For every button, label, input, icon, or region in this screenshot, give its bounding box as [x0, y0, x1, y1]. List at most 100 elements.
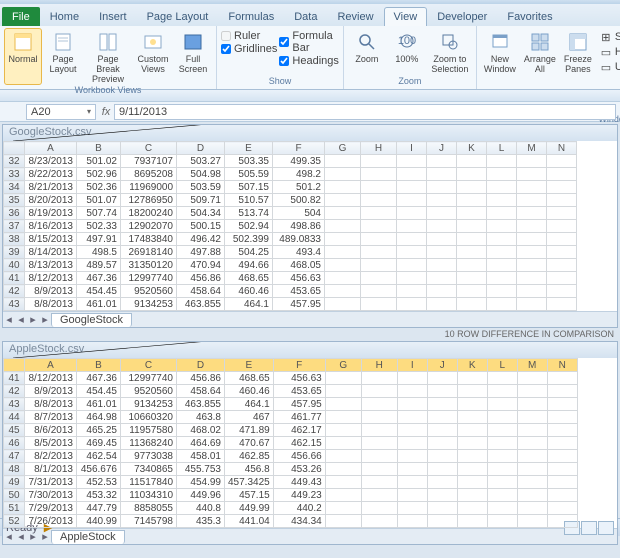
cell[interactable] — [457, 398, 487, 411]
cell[interactable] — [487, 246, 517, 259]
new-window-button[interactable]: New Window — [481, 28, 519, 114]
cell[interactable]: 457.95 — [273, 398, 325, 411]
name-box[interactable]: A20▾ — [26, 104, 96, 120]
cell[interactable]: 470.94 — [177, 259, 225, 272]
cell[interactable] — [547, 411, 577, 424]
cell[interactable] — [487, 515, 517, 528]
cell[interactable] — [487, 259, 517, 272]
cell[interactable] — [457, 155, 487, 168]
cell[interactable]: 460.46 — [225, 385, 274, 398]
cell[interactable] — [517, 155, 547, 168]
cell[interactable] — [427, 246, 457, 259]
cell[interactable] — [547, 385, 577, 398]
cell[interactable]: 504 — [273, 207, 325, 220]
cell[interactable]: 11969000 — [121, 181, 177, 194]
cell[interactable] — [457, 259, 487, 272]
cell[interactable]: 8/7/2013 — [25, 411, 77, 424]
row-header[interactable]: 43 — [4, 298, 25, 311]
cell[interactable]: 489.0833 — [273, 233, 325, 246]
cell[interactable]: 457.3425 — [225, 476, 274, 489]
cell[interactable]: 456.86 — [177, 272, 225, 285]
cell[interactable]: 9520560 — [121, 385, 177, 398]
cell[interactable]: 18200240 — [121, 207, 177, 220]
cell[interactable]: 8858055 — [121, 502, 177, 515]
col-header[interactable]: D — [177, 359, 225, 372]
cell[interactable] — [517, 463, 547, 476]
cell[interactable] — [361, 220, 397, 233]
cell[interactable]: 456.676 — [77, 463, 121, 476]
cell[interactable] — [547, 259, 577, 272]
row-header[interactable]: 34 — [4, 181, 25, 194]
row-header[interactable]: 47 — [4, 450, 25, 463]
row-header[interactable]: 49 — [4, 476, 25, 489]
cell[interactable]: 9134253 — [121, 298, 177, 311]
cell[interactable]: 507.74 — [77, 207, 121, 220]
cell[interactable]: 435.3 — [177, 515, 225, 528]
cell[interactable] — [517, 437, 547, 450]
cell[interactable] — [427, 450, 457, 463]
cell[interactable]: 503.35 — [225, 155, 273, 168]
cell[interactable]: 17483840 — [121, 233, 177, 246]
cell[interactable]: 467.36 — [77, 372, 121, 385]
cell[interactable] — [427, 194, 457, 207]
cell[interactable]: 453.26 — [273, 463, 325, 476]
row-header[interactable]: 42 — [4, 285, 25, 298]
cell[interactable] — [427, 437, 457, 450]
cell[interactable]: 456.86 — [177, 372, 225, 385]
row-header[interactable]: 42 — [4, 385, 25, 398]
cell[interactable]: 8/5/2013 — [25, 437, 77, 450]
cell[interactable]: 501.07 — [77, 194, 121, 207]
cell[interactable]: 453.32 — [77, 489, 121, 502]
cell[interactable] — [361, 259, 397, 272]
col-header[interactable]: I — [397, 142, 427, 155]
cell[interactable] — [457, 463, 487, 476]
row-header[interactable]: 50 — [4, 489, 25, 502]
cell[interactable]: 458.64 — [177, 285, 225, 298]
row-header[interactable]: 35 — [4, 194, 25, 207]
cell[interactable] — [547, 502, 577, 515]
cell[interactable]: 494.66 — [225, 259, 273, 272]
cell[interactable] — [397, 385, 427, 398]
cell[interactable] — [325, 437, 361, 450]
row-header[interactable]: 38 — [4, 233, 25, 246]
cell[interactable]: 8/14/2013 — [25, 246, 77, 259]
cell[interactable]: 453.65 — [273, 385, 325, 398]
cell[interactable]: 504.25 — [225, 246, 273, 259]
cell[interactable]: 456.66 — [273, 450, 325, 463]
cell[interactable]: 498.86 — [273, 220, 325, 233]
cell[interactable] — [325, 502, 361, 515]
zoom-button[interactable]: Zoom — [348, 28, 386, 76]
cell[interactable] — [547, 168, 577, 181]
cell[interactable] — [517, 272, 547, 285]
cell[interactable]: 8/20/2013 — [25, 194, 77, 207]
cell[interactable]: 7/26/2013 — [25, 515, 77, 528]
cell[interactable]: 12997740 — [121, 272, 177, 285]
cell[interactable]: 454.99 — [177, 476, 225, 489]
cell[interactable] — [325, 155, 361, 168]
cell[interactable]: 462.17 — [273, 424, 325, 437]
cell[interactable]: 453.65 — [273, 285, 325, 298]
cell[interactable]: 8/8/2013 — [25, 398, 77, 411]
cell[interactable] — [517, 372, 547, 385]
cell[interactable]: 7/31/2013 — [25, 476, 77, 489]
cell[interactable] — [397, 398, 427, 411]
cell[interactable] — [457, 194, 487, 207]
cell[interactable] — [361, 450, 397, 463]
cell[interactable] — [397, 372, 427, 385]
cell[interactable] — [397, 437, 427, 450]
cell[interactable] — [517, 385, 547, 398]
cell[interactable] — [547, 398, 577, 411]
col-header[interactable]: B — [77, 359, 121, 372]
col-header[interactable]: C — [121, 142, 177, 155]
cell[interactable] — [517, 246, 547, 259]
col-header[interactable]: J — [427, 359, 457, 372]
cell[interactable]: 26918140 — [121, 246, 177, 259]
cell[interactable]: 502.36 — [77, 181, 121, 194]
cell[interactable] — [397, 272, 427, 285]
cell[interactable] — [397, 220, 427, 233]
cell[interactable] — [361, 372, 397, 385]
cell[interactable] — [487, 489, 517, 502]
cell[interactable]: 470.67 — [225, 437, 274, 450]
arrange-all-button[interactable]: Arrange All — [521, 28, 559, 114]
cell[interactable]: 505.59 — [225, 168, 273, 181]
